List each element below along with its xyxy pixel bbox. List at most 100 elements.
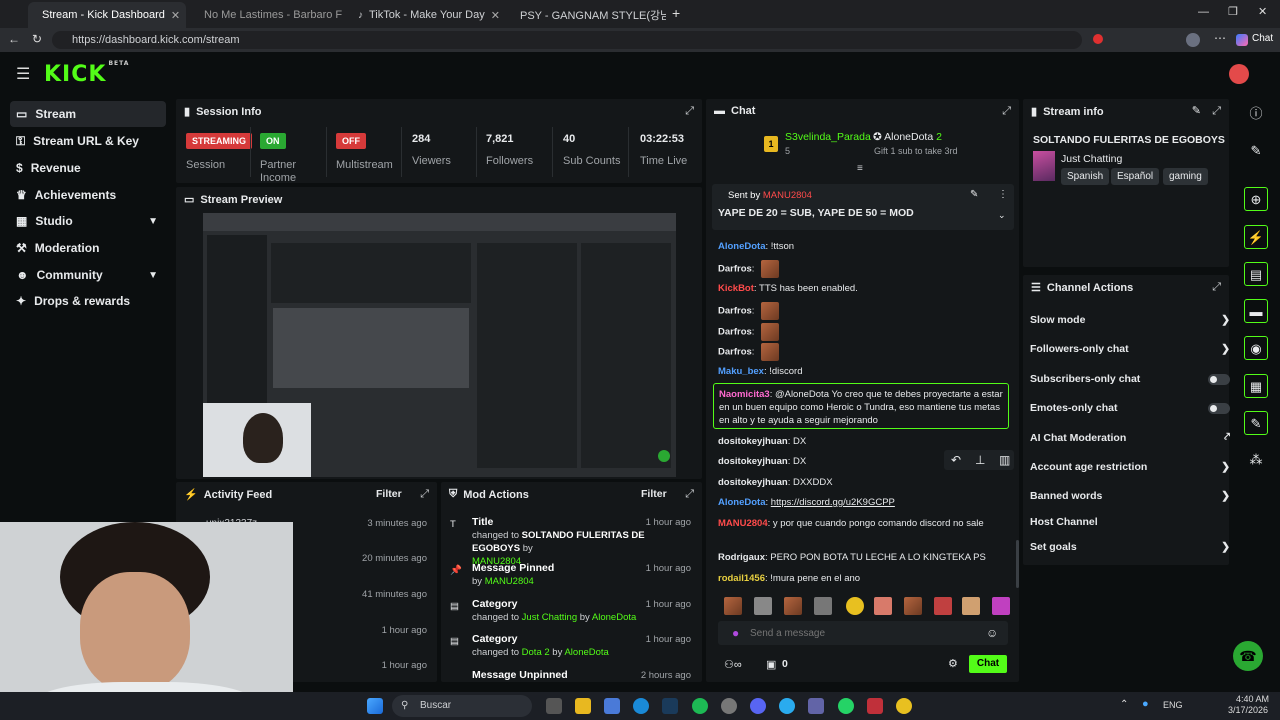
expand-icon[interactable]: ⤢: [1212, 105, 1221, 118]
kick-logo[interactable]: KICK BETA: [44, 60, 128, 87]
chat-input[interactable]: [750, 625, 975, 641]
tab-youtube-2[interactable]: PSY - GANGNAM STYLE(강남스타✕: [506, 2, 666, 28]
clock-time[interactable]: 4:40 AM: [1236, 694, 1269, 704]
wrench-icon[interactable]: ✎: [1244, 411, 1268, 435]
language-indicator[interactable]: ENG: [1163, 700, 1183, 710]
action-set-goals[interactable]: Set goals ❯: [1030, 541, 1230, 553]
close-tab-icon[interactable]: ✕: [491, 9, 500, 22]
action-host-channel[interactable]: Host Channel: [1030, 516, 1230, 528]
emote-image[interactable]: [846, 597, 864, 615]
profile-avatar[interactable]: [1186, 33, 1200, 47]
teams-icon[interactable]: [808, 698, 824, 714]
chat-input-box[interactable]: ● ☺: [718, 621, 1008, 645]
stream-preview-video[interactable]: [203, 213, 676, 477]
emote-image[interactable]: [814, 597, 832, 615]
emote-image[interactable]: [724, 597, 742, 615]
expand-icon[interactable]: ⤢: [1002, 105, 1011, 118]
cluster-icon[interactable]: ⁂: [1244, 448, 1268, 472]
copilot-icon[interactable]: [1236, 34, 1248, 46]
gift-box-icon[interactable]: ▣: [766, 658, 776, 671]
emoji-icon[interactable]: ☺: [986, 626, 998, 640]
expand-icon[interactable]: ⤢: [685, 488, 694, 501]
info-circle-icon[interactable]: ⓘ: [1244, 102, 1268, 126]
store-icon[interactable]: [604, 698, 620, 714]
delete-icon[interactable]: ▥: [999, 453, 1010, 467]
sidebar-item-achievements[interactable]: ♛ Achievements: [10, 182, 166, 208]
chat-bubble-icon[interactable]: ▬: [1244, 299, 1268, 323]
windows-start-icon[interactable]: [367, 698, 383, 714]
second-gifter-name[interactable]: AloneDota: [884, 131, 933, 143]
discord-icon[interactable]: [750, 698, 766, 714]
taskbar-search[interactable]: ⚲ Buscar: [392, 695, 532, 717]
close-tab-icon[interactable]: ✕: [171, 9, 180, 22]
subscribers-only-toggle[interactable]: [1208, 373, 1230, 385]
top-gifter-name[interactable]: S3velinda_Parada: [785, 131, 871, 143]
file-explorer-icon[interactable]: [575, 698, 591, 714]
chat-scrollbar[interactable]: [1016, 540, 1019, 588]
clock-date[interactable]: 3/17/2026: [1228, 705, 1268, 715]
app-icon[interactable]: [867, 698, 883, 714]
steam-icon[interactable]: [662, 698, 678, 714]
minimize-icon[interactable]: —: [1198, 6, 1209, 18]
chrome-icon[interactable]: [896, 698, 912, 714]
tab-youtube-1[interactable]: No Me Lastimes - Barbaro Fines y✕: [190, 2, 342, 28]
sidebar-item-revenue[interactable]: $ Revenue: [10, 155, 166, 181]
emote-image[interactable]: [754, 597, 772, 615]
spotify-icon[interactable]: [692, 698, 708, 714]
collapse-icon[interactable]: ≡: [857, 163, 863, 174]
close-window-icon[interactable]: ✕: [1258, 5, 1267, 18]
expand-icon[interactable]: ⤢: [420, 488, 429, 501]
url-field[interactable]: https://dashboard.kick.com/stream: [52, 31, 1082, 49]
back-icon[interactable]: ←: [8, 32, 20, 46]
expand-icon[interactable]: ⤢: [1212, 281, 1221, 294]
pencil-icon[interactable]: ✎: [1244, 139, 1268, 163]
edit-icon[interactable]: ✎: [1192, 104, 1201, 117]
new-tab-icon[interactable]: +: [672, 5, 680, 21]
emote-image[interactable]: [962, 597, 980, 615]
discord-link[interactable]: https://discord.gg/u2K9GCPP: [771, 497, 895, 508]
more-icon[interactable]: ⋮: [998, 189, 1008, 200]
activity-filter-button[interactable]: Filter: [376, 488, 402, 500]
pin-icon[interactable]: ✎: [970, 189, 978, 200]
help-chat-button[interactable]: ☎: [1233, 641, 1263, 671]
telegram-icon[interactable]: [779, 698, 795, 714]
infinity-icon[interactable]: ⚇∞: [724, 658, 742, 671]
task-view-icon[interactable]: [546, 698, 562, 714]
action-banned-words[interactable]: Banned words ❯: [1030, 490, 1230, 502]
tag-chip[interactable]: Español: [1111, 168, 1160, 185]
mod-filter-button[interactable]: Filter: [641, 488, 667, 500]
copilot-chat-label[interactable]: Chat: [1252, 33, 1273, 44]
sidebar-item-stream-url-key[interactable]: ⚿ Stream URL & Key: [10, 128, 166, 154]
mic-icon[interactable]: ●: [732, 626, 739, 640]
chevron-down-icon[interactable]: ⌄: [998, 210, 1006, 221]
tab-tiktok[interactable]: ♪ TikTok - Make Your Day ✕: [350, 2, 502, 28]
hamburger-menu-icon[interactable]: ☰: [16, 64, 30, 84]
obs-icon[interactable]: [721, 698, 737, 714]
broadcast-icon[interactable]: ◉: [1244, 336, 1268, 360]
sidebar-item-studio[interactable]: ▦ Studio ▼: [10, 208, 166, 234]
emote-image[interactable]: [874, 597, 892, 615]
tag-chip[interactable]: gaming: [1163, 168, 1208, 185]
edge-icon[interactable]: [633, 698, 649, 714]
sidebar-item-moderation[interactable]: ⚒ Moderation: [10, 235, 166, 261]
emote-image[interactable]: [992, 597, 1010, 615]
menu-dots-icon[interactable]: ⋯: [1214, 31, 1226, 45]
document-icon[interactable]: ▤: [1244, 262, 1268, 286]
tab-kick-dashboard[interactable]: Stream - Kick Dashboard ✕: [28, 2, 186, 28]
reply-icon[interactable]: ↶: [951, 453, 961, 467]
expand-icon[interactable]: ⤢: [685, 105, 694, 118]
user-avatar[interactable]: [1229, 64, 1249, 84]
mic-icon[interactable]: ●: [1142, 698, 1149, 710]
maximize-icon[interactable]: ❐: [1228, 5, 1238, 18]
emote-image[interactable]: [904, 597, 922, 615]
sidebar-item-stream[interactable]: ▭ Stream: [10, 101, 166, 127]
chevron-up-icon[interactable]: ⌃: [1120, 699, 1128, 710]
lightning-icon[interactable]: ⚡: [1244, 225, 1268, 249]
send-chat-button[interactable]: Chat: [969, 655, 1007, 673]
reload-icon[interactable]: ↻: [32, 32, 42, 46]
action-ai-moderation[interactable]: AI Chat Moderation ⤤: [1030, 431, 1230, 444]
whatsapp-icon[interactable]: [838, 698, 854, 714]
layout-icon[interactable]: ▦: [1244, 374, 1268, 398]
pin-icon[interactable]: ⊥: [975, 453, 985, 467]
extension-icon[interactable]: [1093, 34, 1103, 44]
